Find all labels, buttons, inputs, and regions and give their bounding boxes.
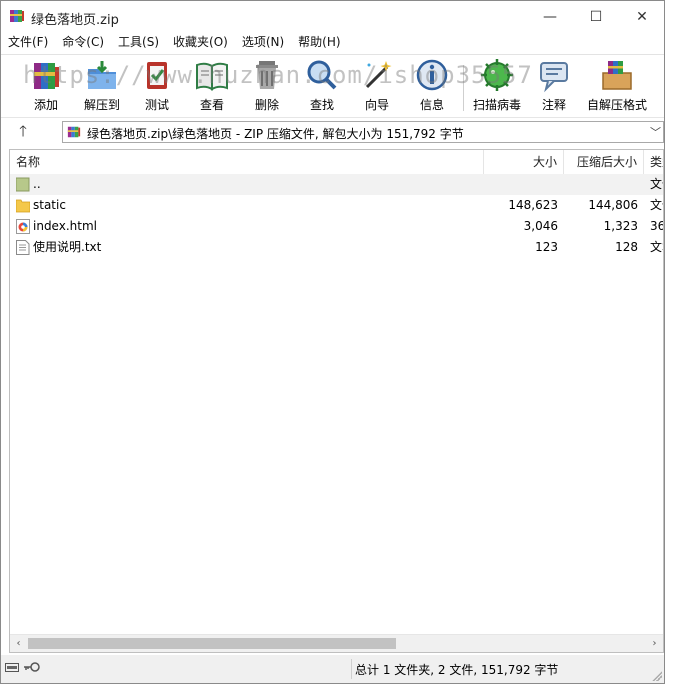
view-icon: [196, 62, 228, 91]
sfx-button[interactable]: 自解压格式: [583, 57, 651, 115]
file-size: [484, 174, 558, 195]
virus-scan-icon: [481, 59, 513, 91]
path-text: 绿色落地页.zip\绿色落地页 - ZIP 压缩文件, 解包大小为 151,79…: [87, 127, 464, 141]
scroll-right-button[interactable]: ›: [646, 635, 663, 652]
file-name: 使用说明.txt: [33, 240, 102, 254]
list-item-parent[interactable]: .. 文件: [10, 174, 663, 195]
status-separator: [351, 659, 352, 679]
horizontal-scrollbar[interactable]: ‹ ›: [10, 634, 663, 652]
extract-to-icon: [88, 61, 116, 89]
test-label: 测试: [144, 98, 169, 112]
file-type: 文件: [650, 177, 663, 191]
title-bar: 绿色落地页.zip — ☐ ✕: [1, 1, 664, 32]
up-folder-button[interactable]: 🡑: [13, 122, 33, 143]
minimize-button[interactable]: —: [527, 1, 573, 32]
file-size: 3,046: [523, 219, 558, 233]
file-list: 名称 大小 压缩后大小 类型 .. 文件 static 148,623 144,…: [9, 149, 664, 653]
toolbar-separator: [463, 65, 464, 111]
status-summary: 总计 1 文件夹, 2 文件, 151,792 字节: [355, 663, 559, 677]
find-icon: [307, 60, 337, 90]
extract-to-label: 解压到: [83, 98, 120, 112]
close-button[interactable]: ✕: [619, 1, 665, 32]
file-packed-size: 1,323: [603, 219, 638, 233]
status-bar: 总计 1 文件夹, 2 文件, 151,792 字节: [1, 655, 664, 683]
wizard-icon: [365, 61, 392, 89]
info-icon: [416, 59, 448, 91]
extract-to-button[interactable]: 解压到: [77, 57, 127, 115]
column-header-size[interactable]: 大小: [484, 150, 564, 174]
chevron-down-icon[interactable]: ﹀: [650, 124, 661, 140]
info-button[interactable]: 信息: [407, 57, 457, 115]
find-button[interactable]: 查找: [297, 57, 347, 115]
scroll-left-button[interactable]: ‹: [10, 635, 27, 652]
list-item[interactable]: static 148,623 144,806 文件: [10, 195, 663, 216]
maximize-button[interactable]: ☐: [573, 1, 619, 32]
parent-folder-icon: [16, 177, 30, 192]
winrar-app-icon: [10, 10, 24, 22]
find-label: 查找: [309, 98, 334, 112]
menu-commands[interactable]: 命令(C): [55, 32, 111, 52]
virus-scan-label: 扫描病毒: [472, 98, 521, 112]
scrollbar-thumb[interactable]: [28, 638, 396, 649]
comment-icon: [540, 62, 568, 93]
file-packed-size: [564, 174, 638, 195]
wizard-button[interactable]: 向导: [352, 57, 402, 115]
file-type: 文件: [650, 198, 663, 212]
winrar-window: 绿色落地页.zip — ☐ ✕ 文件(F) 命令(C) 工具(S) 收藏夹(O)…: [0, 0, 665, 684]
test-icon: [147, 62, 167, 89]
menu-favorites[interactable]: 收藏夹(O): [166, 32, 235, 52]
toolbar: 添加 解压到 测试 查看 删除 查找 向导 信息 扫描病毒 注释 自解压格式 h…: [1, 54, 664, 117]
virus-scan-button[interactable]: 扫描病毒: [467, 57, 527, 115]
menu-options[interactable]: 选项(N): [235, 32, 291, 52]
menu-bar: 文件(F) 命令(C) 工具(S) 收藏夹(O) 选项(N) 帮助(H): [1, 32, 664, 52]
column-header-name[interactable]: 名称: [10, 150, 484, 174]
delete-button[interactable]: 删除: [242, 57, 292, 115]
file-type: 文本: [650, 240, 663, 254]
menu-help[interactable]: 帮助(H): [291, 32, 347, 52]
add-button[interactable]: 添加: [21, 57, 71, 115]
wizard-label: 向导: [364, 98, 389, 112]
file-packed-size: 128: [615, 240, 638, 254]
file-size: 123: [535, 240, 558, 254]
folder-icon: [16, 199, 30, 213]
file-size: 148,623: [508, 198, 558, 212]
key-icon[interactable]: [23, 660, 41, 674]
comment-button[interactable]: 注释: [529, 57, 579, 115]
test-button[interactable]: 测试: [132, 57, 182, 115]
list-header: 名称 大小 压缩后大小 类型: [10, 150, 663, 175]
menu-file[interactable]: 文件(F): [1, 32, 55, 52]
comment-label: 注释: [541, 98, 566, 112]
address-bar: 🡑 绿色落地页.zip\绿色落地页 - ZIP 压缩文件, 解包大小为 151,…: [1, 117, 664, 148]
resize-grip[interactable]: [652, 671, 662, 681]
file-name: ..: [33, 177, 41, 191]
list-item[interactable]: index.html 3,046 1,323 360: [10, 216, 663, 237]
file-type: 360: [650, 219, 663, 233]
list-item[interactable]: 使用说明.txt 123 128 文本: [10, 237, 663, 258]
archive-icon: [67, 126, 81, 138]
file-name: index.html: [33, 219, 97, 233]
sfx-icon: [602, 61, 632, 90]
drive-icon[interactable]: [5, 663, 19, 672]
sfx-label: 自解压格式: [586, 98, 647, 112]
html-file-icon: [16, 219, 30, 234]
window-title: 绿色落地页.zip: [31, 13, 119, 28]
delete-label: 删除: [254, 98, 279, 112]
add-label: 添加: [33, 98, 58, 112]
view-label: 查看: [199, 98, 224, 112]
column-header-type[interactable]: 类型: [644, 150, 663, 174]
text-file-icon: [16, 240, 30, 255]
delete-icon: [256, 61, 278, 89]
file-name: static: [33, 198, 66, 212]
add-archive-icon: [34, 63, 59, 89]
info-label: 信息: [419, 98, 444, 112]
path-combobox[interactable]: 绿色落地页.zip\绿色落地页 - ZIP 压缩文件, 解包大小为 151,79…: [62, 121, 664, 143]
view-button[interactable]: 查看: [187, 57, 237, 115]
menu-tools[interactable]: 工具(S): [111, 32, 166, 52]
file-packed-size: 144,806: [588, 198, 638, 212]
column-header-packed[interactable]: 压缩后大小: [564, 150, 644, 174]
